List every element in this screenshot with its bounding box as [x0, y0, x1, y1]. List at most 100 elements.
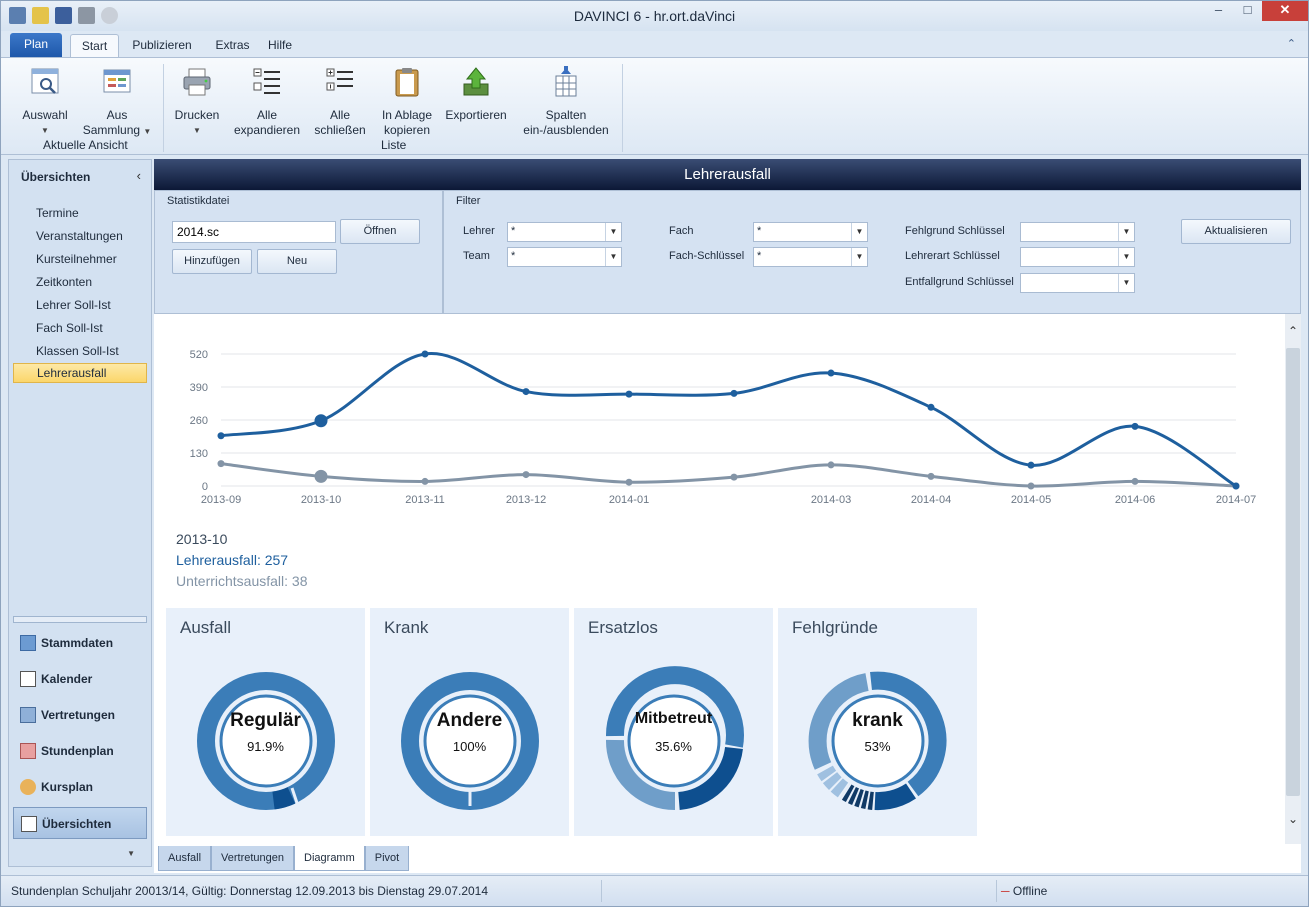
- in-ablage-kopieren-button[interactable]: In Ablage kopieren: [376, 66, 438, 138]
- alle-expandieren-button[interactable]: Alle expandieren: [233, 66, 301, 138]
- ribbon-minimize-icon[interactable]: ⌃: [1287, 37, 1296, 50]
- aktualisieren-button[interactable]: Aktualisieren: [1181, 219, 1291, 244]
- kpi-label: krank: [852, 710, 903, 731]
- neu-button[interactable]: Neu: [257, 249, 337, 274]
- chevron-down-icon[interactable]: ▼: [1118, 248, 1134, 266]
- chevron-up-icon[interactable]: ⌃: [1285, 324, 1301, 338]
- fach-schluessel-label: Fach-Schlüssel: [669, 250, 745, 262]
- data-point: [421, 477, 429, 485]
- tab-start[interactable]: Start: [70, 34, 119, 57]
- nav-label: Kalender: [41, 672, 93, 686]
- nav-vertretungen[interactable]: Vertretungen: [13, 699, 147, 731]
- y-tick-label: 520: [190, 349, 208, 361]
- folder-icon: [20, 635, 36, 651]
- tab-ausfall[interactable]: Ausfall: [158, 846, 212, 871]
- fach-schluessel-combo[interactable]: * ▼: [753, 247, 868, 267]
- sidebar-item-klassen-soll-ist[interactable]: Klassen Soll-Ist: [36, 344, 119, 358]
- kpi-title: Krank: [384, 618, 429, 637]
- kpi-percent: 91.9%: [247, 739, 284, 754]
- nav-stammdaten[interactable]: Stammdaten: [13, 627, 147, 659]
- hover-lehrerausfall: Lehrerausfall: 257: [176, 552, 289, 568]
- chevron-down-icon[interactable]: ▼: [851, 223, 867, 241]
- fach-combo[interactable]: * ▼: [753, 222, 868, 242]
- maximize-icon[interactable]: □: [1233, 1, 1262, 21]
- lehrer-label: Lehrer: [463, 225, 495, 237]
- entfallgrund-combo[interactable]: ▼: [1020, 273, 1135, 293]
- chevron-left-icon[interactable]: ‹: [137, 168, 141, 183]
- data-point: [421, 350, 429, 358]
- nav-kursplan[interactable]: Kursplan: [13, 771, 147, 803]
- file-input[interactable]: 2014.sc: [172, 221, 336, 243]
- lehrer-combo[interactable]: * ▼: [507, 222, 622, 242]
- main-content: Lehrerausfall Statistikdatei 2014.sc Öff…: [154, 159, 1301, 873]
- kpi-krank: Krank Andere 100%: [370, 608, 569, 836]
- sidebar-splitter[interactable]: [13, 616, 147, 623]
- sidebar-item-kursteilnehmer[interactable]: Kursteilnehmer: [36, 252, 117, 266]
- sidebar-item-veranstaltungen[interactable]: Veranstaltungen: [36, 229, 123, 243]
- tab-vertretungen[interactable]: Vertretungen: [211, 846, 295, 871]
- data-point: [522, 471, 530, 479]
- chevron-down-icon[interactable]: ▼: [851, 248, 867, 266]
- connection-status: ─ Offline: [1001, 884, 1047, 898]
- group-divider: [622, 64, 623, 152]
- fehlgrund-combo[interactable]: ▼: [1020, 222, 1135, 242]
- tab-diagramm[interactable]: Diagramm: [294, 846, 365, 871]
- hinzufuegen-button[interactable]: Hinzufügen: [172, 249, 252, 274]
- data-point: [217, 460, 225, 468]
- data-point: [827, 461, 835, 469]
- chevron-down-icon[interactable]: ▼: [605, 248, 621, 266]
- vertical-scrollbar[interactable]: ⌃ ⌄: [1285, 314, 1301, 844]
- tab-pivot[interactable]: Pivot: [364, 846, 410, 871]
- fach-schluessel-value: *: [757, 250, 762, 262]
- x-tick-label: 2014-03: [811, 494, 851, 506]
- kpi-percent: 53%: [864, 739, 891, 754]
- team-label: Team: [463, 250, 490, 262]
- auswahl-button[interactable]: Auswahl ▼: [19, 66, 71, 138]
- users-icon: [20, 779, 36, 795]
- chevron-down-icon[interactable]: ▼: [127, 849, 135, 858]
- kpi-title: Ersatzlos: [588, 618, 658, 637]
- expand-all-icon: [253, 68, 280, 94]
- sidebar-item-termine[interactable]: Termine: [36, 206, 79, 220]
- oeffnen-button[interactable]: Öffnen: [340, 219, 420, 244]
- team-combo[interactable]: * ▼: [507, 247, 622, 267]
- nav-stundenplan[interactable]: Stundenplan: [13, 735, 147, 767]
- plan-app-button[interactable]: Plan: [10, 33, 62, 57]
- page-title: Lehrerausfall: [154, 159, 1301, 190]
- tab-extras[interactable]: Extras: [210, 34, 255, 57]
- sidebar-item-zeitkonten[interactable]: Zeitkonten: [36, 275, 92, 289]
- x-tick-label: 2014-07: [1216, 494, 1256, 506]
- chevron-down-icon[interactable]: ⌄: [1285, 812, 1301, 826]
- line-chart: 0 130 260 390 520 2013-09 2013-10 2013-11 2013-1…: [190, 349, 1257, 506]
- lehrerart-combo[interactable]: ▼: [1020, 247, 1135, 267]
- chevron-down-icon[interactable]: ▼: [605, 223, 621, 241]
- data-point: [927, 403, 935, 411]
- data-point: [625, 390, 633, 398]
- exportieren-button[interactable]: Exportieren: [444, 66, 508, 123]
- chevron-down-icon[interactable]: ▼: [1118, 223, 1134, 241]
- nav-uebersichten[interactable]: Übersichten: [13, 807, 147, 839]
- y-tick-label: 130: [190, 448, 208, 460]
- title-bar: DAVINCI 6 - hr.ort.daVinci – □ ✕: [1, 1, 1308, 31]
- close-icon[interactable]: ✕: [1262, 1, 1308, 21]
- tab-publizieren[interactable]: Publizieren: [127, 34, 197, 57]
- sidebar-item-lehrer-soll-ist[interactable]: Lehrer Soll-Ist: [36, 298, 111, 312]
- sidebar-heading: Übersichten: [21, 170, 91, 184]
- alle-expandieren-label-1: Alle: [256, 108, 277, 122]
- spalten-ein-ausblenden-button[interactable]: Spalten ein-/ausblenden: [518, 66, 614, 138]
- tab-hilfe[interactable]: Hilfe: [260, 34, 300, 57]
- status-divider: [601, 880, 602, 902]
- alle-schliessen-button[interactable]: Alle schließen: [309, 66, 371, 138]
- statistikdatei-title: Statistikdatei: [167, 195, 230, 207]
- chevron-down-icon[interactable]: ▼: [1118, 274, 1134, 292]
- lehrerart-label: Lehrerart Schlüssel: [905, 250, 1000, 262]
- aus-sammlung-button[interactable]: Aus Sammlung ▼: [81, 66, 153, 139]
- scrollbar-thumb[interactable]: [1286, 348, 1300, 796]
- drucken-button[interactable]: Drucken ▼: [171, 66, 223, 138]
- x-tick-label: 2013-09: [201, 494, 241, 506]
- minimize-icon[interactable]: –: [1204, 1, 1233, 21]
- sidebar-item-lehrerausfall[interactable]: Lehrerausfall: [13, 363, 147, 383]
- sidebar-item-fach-soll-ist[interactable]: Fach Soll-Ist: [36, 321, 103, 335]
- aus-sammlung-label-1: Aus: [106, 108, 128, 122]
- nav-kalender[interactable]: Kalender: [13, 663, 147, 695]
